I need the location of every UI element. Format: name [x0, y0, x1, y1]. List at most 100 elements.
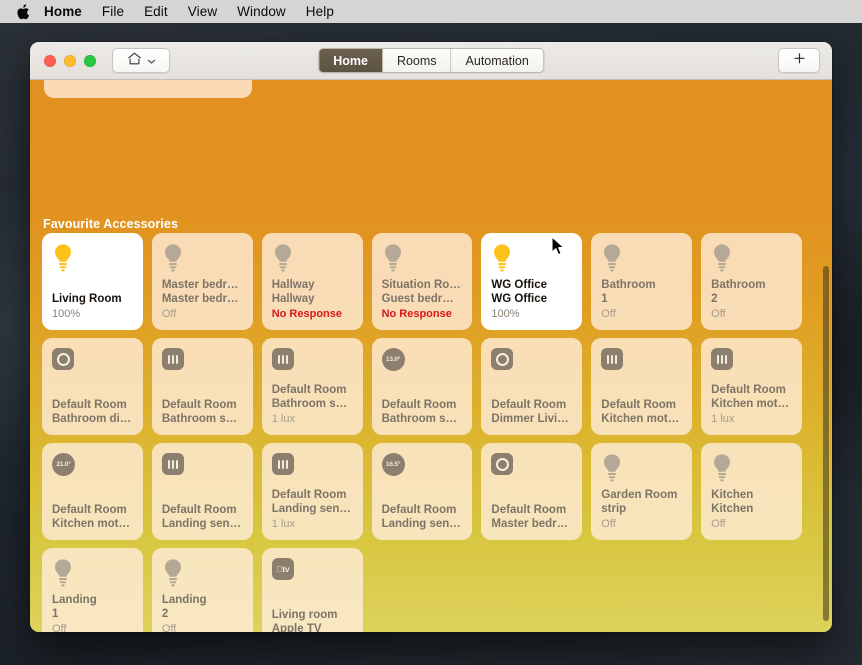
lightbulb-icon	[52, 243, 134, 273]
accessory-tile[interactable]: Default Room Bathroom s…	[151, 338, 253, 435]
dimmer-icon	[52, 348, 74, 370]
tile-icon	[711, 243, 793, 276]
tile-line2: Hallway	[271, 293, 315, 305]
tile-icon	[601, 243, 683, 276]
accessory-tile[interactable]: Default Room Dimmer Livi…	[481, 338, 583, 435]
accessory-tile[interactable]: Bathroom 1 Off	[591, 233, 693, 330]
accessory-tile[interactable]: Default Room Master bedr…	[481, 443, 583, 540]
plus-icon	[793, 52, 806, 70]
tile-line1: Default Room	[271, 489, 347, 501]
tile-line2: Apple TV	[271, 623, 322, 632]
accessory-tile[interactable]: Kitchen Kitchen Off	[701, 443, 802, 540]
tile-line2: Bathroom s…	[161, 413, 238, 425]
accessory-tile[interactable]: tv Living room Apple TV	[261, 548, 363, 632]
tile-icon	[161, 348, 244, 382]
accessory-tile[interactable]: Default Room Bathroom di…	[42, 338, 143, 435]
tile-text: Landing 2 Off	[162, 593, 244, 632]
menu-item-help[interactable]: Help	[296, 4, 344, 19]
accessory-tile[interactable]: Landing 1 Off	[42, 548, 143, 632]
accessory-tile[interactable]: 13.0° Default Room Bathroom s…	[371, 338, 473, 435]
accessory-tile[interactable]: Master bedr… Master bedr… Off	[151, 233, 253, 330]
tile-line1: Living Room	[52, 293, 122, 305]
tile-line2: 1	[601, 293, 608, 305]
tile-line2: Kitchen mot…	[711, 398, 790, 410]
accessory-tile[interactable]: 16.5° Default Room Landing sen…	[371, 443, 473, 540]
close-button[interactable]	[44, 54, 56, 67]
tile-status: No Response	[381, 308, 452, 320]
accessory-tile[interactable]: Living Room 100%	[42, 233, 143, 330]
zoom-button[interactable]	[84, 54, 96, 67]
lightbulb-icon	[711, 453, 793, 483]
tile-icon	[52, 243, 134, 277]
accessory-tile[interactable]: Default Room Landing sen…	[151, 443, 253, 540]
tile-line1: Default Room	[52, 504, 127, 516]
tile-text: Default Room Kitchen mot… 1 lux	[711, 383, 793, 426]
accessory-tile[interactable]: Hallway Hallway No Response	[261, 233, 363, 330]
add-accessory-button[interactable]	[778, 48, 820, 73]
menu-item-file[interactable]: File	[92, 4, 134, 19]
accessory-tile[interactable]: WG Office WG Office 100%	[481, 233, 583, 330]
tile-text: Living room Apple TV	[272, 608, 354, 632]
view-segmented-control[interactable]: Home Rooms Automation	[318, 48, 544, 73]
accessory-tile[interactable]: Default Room Landing sen… 1 lux	[261, 443, 363, 540]
tile-line2: Landing sen…	[381, 518, 461, 530]
minimize-button[interactable]	[64, 54, 76, 67]
chevron-down-icon	[147, 52, 156, 70]
menu-item-edit[interactable]: Edit	[134, 4, 178, 19]
tile-icon	[382, 243, 464, 276]
apple-logo-icon[interactable]	[12, 3, 34, 20]
accessory-tile[interactable]: Default Room Kitchen mot…	[591, 338, 693, 435]
tile-text: Default Room Bathroom di…	[52, 398, 134, 426]
tile-line1: Kitchen	[711, 489, 754, 501]
tab-automation[interactable]: Automation	[451, 49, 543, 72]
menu-item-view[interactable]: View	[178, 4, 227, 19]
mouse-cursor	[551, 236, 566, 263]
tile-line2: WG Office	[491, 293, 548, 305]
tile-text: Default Room Landing sen…	[162, 503, 244, 531]
scrolled-status-card[interactable]	[44, 80, 252, 98]
home-picker-button[interactable]	[112, 48, 170, 73]
home-content-area: Favourite Accessories Living Room 100% Mas…	[30, 80, 832, 632]
tile-line1: Default Room	[161, 504, 237, 516]
section-title-favourite-accessories: Favourite Accessories	[43, 217, 179, 231]
accessory-tile[interactable]: Default Room Kitchen mot… 1 lux	[701, 338, 802, 435]
tile-line2: Master bedr…	[491, 518, 569, 530]
tile-line1: Situation Ro…	[381, 279, 461, 291]
tile-line1: Default Room	[601, 399, 677, 411]
tile-text: Default Room Kitchen mot…	[601, 398, 683, 426]
menu-item-window[interactable]: Window	[227, 4, 296, 19]
tile-text: Default Room Landing sen… 1 lux	[272, 488, 354, 531]
tile-icon: 21.0°	[52, 453, 134, 487]
lightbulb-icon	[382, 243, 464, 273]
temperature-icon: 13.0°	[381, 348, 405, 371]
tab-rooms[interactable]: Rooms	[382, 49, 452, 72]
tile-line1: Default Room	[52, 399, 127, 411]
temperature-icon: 16.5°	[381, 453, 405, 476]
tile-status: Off	[711, 308, 726, 320]
tile-line1: Master bedr…	[161, 279, 239, 291]
sensor-icon	[271, 348, 294, 370]
accessory-tile[interactable]: Landing 2 Off	[151, 548, 253, 632]
tile-icon	[491, 348, 573, 382]
tab-home[interactable]: Home	[319, 49, 383, 72]
accessory-tile[interactable]: Bathroom 2 Off	[701, 233, 802, 330]
tile-text: Bathroom 1 Off	[601, 278, 683, 321]
tile-icon	[162, 243, 244, 276]
accessory-tile[interactable]: Garden Room strip Off	[591, 443, 693, 540]
tile-line2: Kitchen mot…	[601, 413, 680, 425]
tile-line1: Living room	[271, 609, 338, 621]
accessory-tile[interactable]: Situation Ro… Guest bedr… No Response	[371, 233, 473, 330]
accessory-tile[interactable]: 21.0° Default Room Kitchen mot…	[42, 443, 143, 540]
menu-item-home[interactable]: Home	[42, 4, 92, 19]
tile-text: Master bedr… Master bedr… Off	[162, 278, 244, 321]
tile-status: Off	[52, 623, 67, 632]
tile-icon	[491, 453, 573, 487]
tile-text: Default Room Kitchen mot…	[52, 503, 134, 531]
tile-line1: WG Office	[491, 279, 548, 291]
tile-icon	[711, 453, 793, 486]
tile-line1: Garden Room	[601, 489, 678, 501]
tile-status: 100%	[52, 308, 81, 320]
accessory-tile[interactable]: Default Room Bathroom s… 1 lux	[261, 338, 363, 435]
tile-icon	[601, 453, 683, 486]
vertical-scrollbar[interactable]	[823, 266, 829, 621]
